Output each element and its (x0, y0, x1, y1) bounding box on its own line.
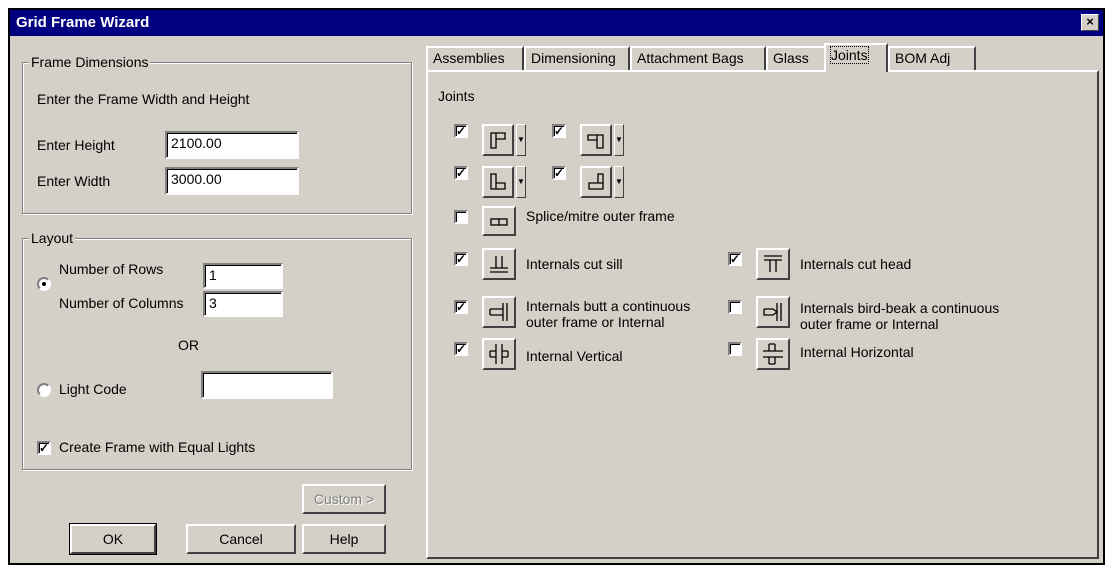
grid-frame-wizard-window: Grid Frame Wizard × Frame Dimensions Ent… (8, 8, 1105, 565)
light-code-label: Light Code (59, 381, 127, 397)
equal-lights-checkbox[interactable]: ✓ (37, 441, 51, 455)
equal-lights-label: Create Frame with Equal Lights (59, 439, 256, 455)
corner-top-right-dropdown[interactable]: ▼ (614, 124, 624, 156)
internal-horizontal-button[interactable] (756, 338, 790, 370)
corner-bottom-left-dropdown[interactable]: ▼ (516, 166, 526, 198)
ok-button[interactable]: OK (69, 523, 157, 555)
corner-top-left-joint-button[interactable] (482, 124, 514, 156)
or-label: OR (178, 337, 199, 353)
columns-label: Number of Columns (59, 295, 184, 311)
frame-dimensions-legend: Frame Dimensions (29, 54, 151, 70)
rows-columns-radio[interactable] (37, 277, 51, 291)
corner-bottom-left-checkbox[interactable]: ✓ (454, 166, 468, 180)
corner-top-left-icon (490, 132, 506, 149)
internals-butt-label-line2: outer frame or Internal (526, 314, 665, 330)
internal-vertical-label: Internal Vertical (526, 348, 623, 364)
corner-top-left-checkbox[interactable]: ✓ (454, 124, 468, 138)
frame-dimensions-instruction: Enter the Frame Width and Height (37, 91, 250, 107)
tab-joints[interactable]: Joints (824, 43, 888, 72)
columns-input[interactable]: 3 (203, 291, 283, 317)
corner-bottom-right-checkbox[interactable]: ✓ (552, 166, 566, 180)
tab-glass[interactable]: Glass (766, 46, 826, 71)
tab-dimensioning[interactable]: Dimensioning (524, 46, 630, 71)
help-button[interactable]: Help (302, 524, 386, 554)
internal-horizontal-label: Internal Horizontal (800, 344, 914, 360)
internals-cut-sill-icon (490, 256, 508, 273)
corner-bottom-right-joint-button[interactable] (580, 166, 612, 198)
corner-bottom-left-icon (490, 173, 506, 190)
joints-heading: Joints (438, 88, 475, 104)
width-label: Enter Width (37, 173, 111, 189)
internals-cut-head-icon (764, 255, 782, 272)
corner-top-left-dropdown[interactable]: ▼ (516, 124, 526, 156)
splice-checkbox[interactable] (454, 210, 468, 224)
joints-tab-panel: Joints ✓ ▼ ✓ ▼ ✓ ▼ ✓ ▼ Splice/mitre oute… (426, 70, 1099, 559)
frame-dimensions-group: Frame Dimensions Enter the Frame Width a… (22, 54, 412, 214)
internals-cut-head-label: Internals cut head (800, 256, 912, 272)
internals-birdbeak-button[interactable] (756, 296, 790, 328)
custom-button[interactable]: Custom > (302, 484, 386, 514)
height-label: Enter Height (37, 137, 115, 153)
corner-bottom-left-joint-button[interactable] (482, 166, 514, 198)
layout-legend: Layout (29, 230, 76, 246)
corner-bottom-right-dropdown[interactable]: ▼ (614, 166, 624, 198)
internals-cut-sill-label: Internals cut sill (526, 256, 623, 272)
internals-cut-sill-checkbox[interactable]: ✓ (454, 252, 468, 266)
internals-butt-checkbox[interactable]: ✓ (454, 300, 468, 314)
internals-birdbeak-label-line2: outer frame or Internal (800, 316, 939, 332)
tab-attachment-bags[interactable]: Attachment Bags (630, 46, 766, 71)
corner-bottom-right-icon (588, 173, 604, 190)
rows-label: Number of Rows (59, 261, 164, 277)
tab-assemblies[interactable]: Assemblies (426, 46, 524, 71)
internals-butt-label-line1: Internals butt a continuous (526, 298, 691, 314)
rows-input[interactable]: 1 (203, 263, 283, 289)
internal-horizontal-icon (763, 343, 783, 365)
window-title: Grid Frame Wizard (16, 14, 150, 31)
internals-cut-head-checkbox[interactable]: ✓ (728, 252, 742, 266)
internals-cut-sill-button[interactable] (482, 248, 516, 280)
internals-cut-head-button[interactable] (756, 248, 790, 280)
internal-horizontal-checkbox[interactable] (728, 342, 742, 356)
internal-vertical-button[interactable] (482, 338, 516, 370)
height-input[interactable]: 2100.00 (165, 131, 299, 159)
splice-label: Splice/mitre outer frame (526, 208, 675, 224)
splice-icon (490, 218, 508, 226)
light-code-radio[interactable] (37, 383, 51, 397)
cancel-button[interactable]: Cancel (186, 524, 296, 554)
internals-butt-button[interactable] (482, 296, 516, 328)
internal-vertical-checkbox[interactable]: ✓ (454, 342, 468, 356)
splice-joint-button[interactable] (482, 206, 516, 236)
internals-butt-icon (489, 303, 508, 321)
layout-group: Layout Number of Rows 1 Number of Column… (22, 230, 412, 470)
internals-birdbeak-label-line1: Internals bird-beak a continuous (800, 300, 1000, 316)
tab-bom-adj[interactable]: BOM Adj (888, 46, 976, 71)
corner-top-right-joint-button[interactable] (580, 124, 612, 156)
close-button[interactable]: × (1081, 14, 1099, 31)
corner-top-right-icon (587, 134, 604, 149)
corner-top-right-checkbox[interactable]: ✓ (552, 124, 566, 138)
width-input[interactable]: 3000.00 (165, 167, 299, 195)
internal-vertical-icon (489, 344, 509, 364)
light-code-input[interactable] (201, 371, 333, 399)
internals-birdbeak-icon (763, 303, 782, 321)
internals-birdbeak-checkbox[interactable] (728, 300, 742, 314)
title-bar[interactable]: Grid Frame Wizard × (10, 10, 1103, 36)
